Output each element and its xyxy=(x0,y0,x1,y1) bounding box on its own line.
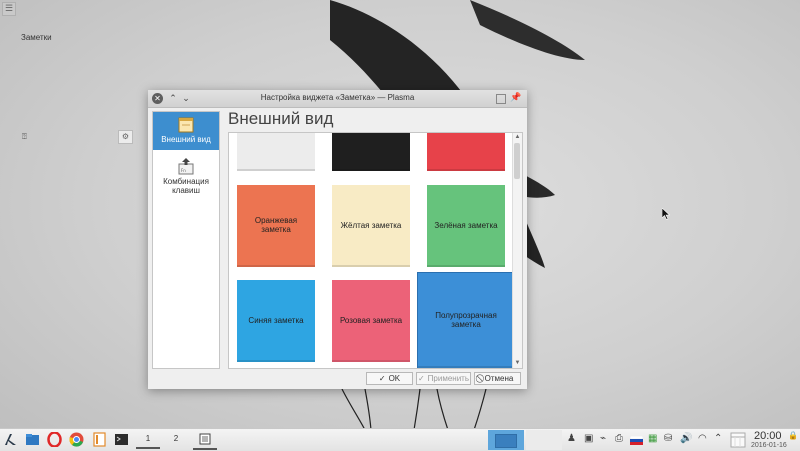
chrome-browser-icon[interactable] xyxy=(69,432,84,447)
calendar-icon[interactable] xyxy=(730,432,746,448)
network-device-icon[interactable]: ⛁ xyxy=(664,433,672,444)
sticky-note-icon: ⍰ xyxy=(22,132,27,141)
cancel-button-label: Отмена xyxy=(484,374,514,383)
grid-scrollbar[interactable]: ▲ ▼ xyxy=(512,133,522,368)
notes-widget-label: Заметки xyxy=(21,33,52,42)
widget-settings-icon[interactable]: ⚙ xyxy=(118,130,133,144)
dialog-title: Настройка виджета «Заметка» — Plasma xyxy=(260,93,415,102)
note-tile-translucent[interactable]: Полупрозрачная заметка xyxy=(418,273,514,368)
dialog-titlebar[interactable]: ✕ ⌃ ⌄ Настройка виджета «Заметка» — Plas… xyxy=(148,90,527,108)
tile-label: Жёлтая заметка xyxy=(340,220,402,230)
settings-sidebar: Внешний вид Fn Комбинация клавиш xyxy=(152,111,220,369)
desktop-menu-button[interactable]: ☰ xyxy=(2,2,16,16)
page-title: Внешний вид xyxy=(228,109,334,128)
updates-icon[interactable]: ▦ xyxy=(648,433,657,444)
kde-launcher-icon[interactable] xyxy=(3,432,18,447)
note-color-grid: Оранжевая заметка Жёлтая заметка Зелёная… xyxy=(228,132,523,369)
wifi-icon[interactable]: ◠ xyxy=(698,433,707,444)
terminal-icon[interactable] xyxy=(114,432,129,447)
tile-label: Зелёная заметка xyxy=(434,220,498,230)
apply-button[interactable]: ✓ Применить xyxy=(416,372,471,385)
widget-settings-dialog: ✕ ⌃ ⌄ Настройка виджета «Заметка» — Plas… xyxy=(148,90,527,389)
tile-label: Полупрозрачная заметка xyxy=(435,310,497,329)
printer-icon[interactable]: ⎙ xyxy=(615,433,623,444)
virtual-desktop-1[interactable]: 1 xyxy=(136,431,160,449)
pager-window-thumb xyxy=(495,434,517,448)
note-tile-pink[interactable]: Розовая заметка xyxy=(332,280,410,362)
note-tile-white[interactable] xyxy=(237,133,315,171)
lock-icon[interactable]: 🔒 xyxy=(788,431,798,440)
notes-icon xyxy=(199,433,211,445)
scrollbar-thumb[interactable] xyxy=(514,143,520,179)
sidebar-item-appearance[interactable]: Внешний вид xyxy=(153,112,219,150)
check-icon: ✓ xyxy=(417,374,425,383)
notes-icon xyxy=(178,117,194,133)
chevron-up-icon[interactable]: ⌃ xyxy=(714,433,722,444)
file-manager-icon[interactable] xyxy=(25,432,40,447)
scroll-up-icon[interactable]: ▲ xyxy=(513,133,522,142)
clock-date: 2016-01-16 xyxy=(751,442,787,449)
task-notes-settings[interactable] xyxy=(193,431,217,450)
ok-button[interactable]: ✓ OK xyxy=(366,372,413,385)
virtual-desktop-2[interactable]: 2 xyxy=(164,431,188,447)
note-tile-green[interactable]: Зелёная заметка xyxy=(427,185,505,267)
apply-button-label: Применить xyxy=(427,374,470,383)
volume-icon[interactable]: 🔊 xyxy=(680,433,692,444)
note-tile-red[interactable] xyxy=(427,133,505,171)
note-tile-blue[interactable]: Синяя заметка xyxy=(237,280,315,362)
pager-desktop-1[interactable] xyxy=(488,430,524,450)
mouse-cursor-icon xyxy=(662,208,670,220)
tile-label: Синяя заметка xyxy=(248,315,304,325)
keyboard-shortcut-icon: Fn xyxy=(178,158,194,175)
svg-text:Fn: Fn xyxy=(181,168,186,173)
clock-time[interactable]: 20:00 xyxy=(754,430,782,442)
text-editor-icon[interactable] xyxy=(92,432,107,447)
note-tile-orange[interactable]: Оранжевая заметка xyxy=(237,185,315,267)
note-tile-yellow[interactable]: Жёлтая заметка xyxy=(332,185,410,267)
tile-label: Оранжевая заметка xyxy=(254,216,298,234)
sidebar-item-shortcuts[interactable]: Fn Комбинация клавиш xyxy=(153,154,219,198)
scroll-down-icon[interactable]: ▼ xyxy=(513,359,522,368)
sidebar-item-label: Внешний вид xyxy=(161,135,211,144)
ru-flag-icon[interactable] xyxy=(630,436,643,445)
check-icon: ✓ xyxy=(378,374,386,383)
pager-desktop-2[interactable] xyxy=(526,430,562,450)
keep-above-icon[interactable] xyxy=(496,94,506,104)
ok-button-label: OK xyxy=(388,374,401,383)
cancel-button[interactable]: ⃠ Отмена xyxy=(474,372,521,385)
taskbar: 1 2 ♟ ▣ ⌁ ⎙ ▦ ⛁ 🔊 ◠ ⌃ 20:00 2016-01-16 🔒 xyxy=(0,428,800,451)
tile-label: Розовая заметка xyxy=(339,315,403,325)
sidebar-item-label: Комбинация клавиш xyxy=(163,177,209,195)
note-tile-black[interactable] xyxy=(332,133,410,171)
pin-icon[interactable]: 📌 xyxy=(510,92,521,103)
clipboard-icon[interactable]: ▣ xyxy=(584,433,593,444)
opera-browser-icon[interactable] xyxy=(47,432,62,447)
usb-icon[interactable]: ⌁ xyxy=(600,433,606,444)
user-icon[interactable]: ♟ xyxy=(567,433,576,444)
